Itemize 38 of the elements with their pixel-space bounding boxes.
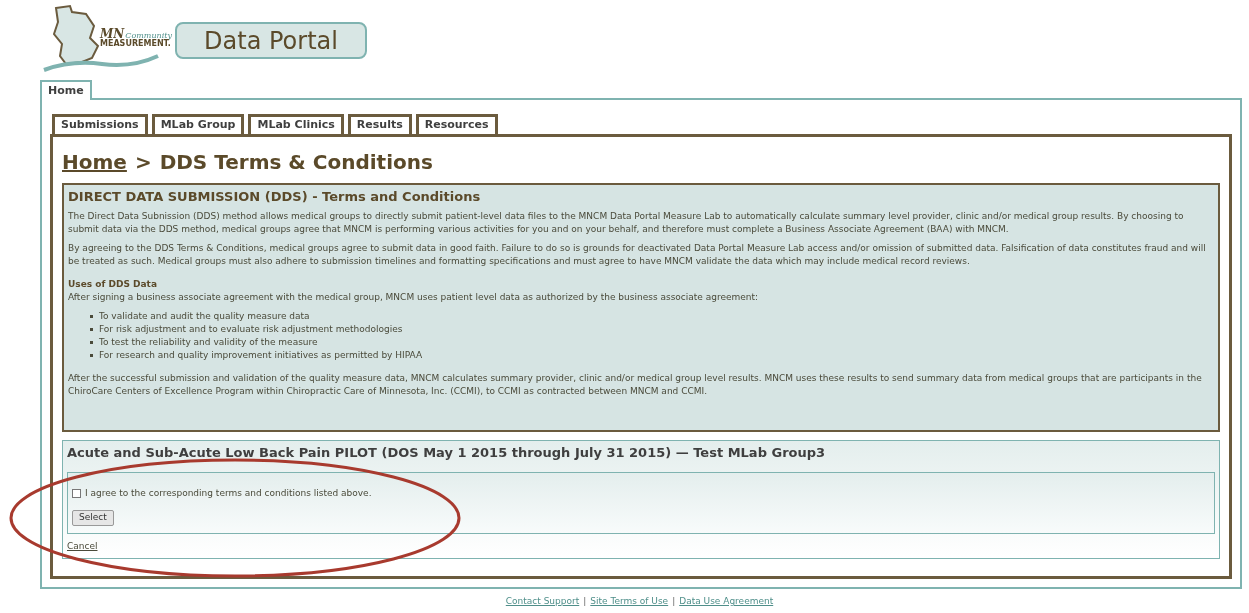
list-item: To validate and audit the quality measure data [99,310,310,323]
tab[interactable]: Results [347,114,412,134]
list-item: To test the reliability and validity of the measure [99,336,318,349]
select-button[interactable]: Select [72,509,114,526]
checkbox-label: I agree to the corresponding terms and conditions listed above. [85,487,372,500]
bullet-icon [90,354,93,357]
tab[interactable]: MLab Group [151,114,245,134]
list-item: For risk adjustment and to evaluate risk adjustment methodologies [99,323,403,336]
link-separator: | [672,595,676,608]
checkbox[interactable] [72,489,81,499]
paragraph: By agreeing to the DDS Terms & Conditions, medical groups agree to submit data in good faith. Failure to do so is grounds for deactivated Data Portal Measure Lab access and/or omission of submitted data. Falsification of data constitutes fraud and will be treated as such. Medical groups must also adhere to submission timelines and formatting specifications and must agree to have MNCM validate the data which may include medical record reviews. [68,242,1207,268]
panel-title: DIRECT DATA SUBMISSION (DDS) - Terms and Conditions [68,188,482,206]
tab[interactable]: Resources [415,114,498,134]
breadcrumb-separator: > [134,152,152,172]
bullet-icon [90,315,93,318]
paragraph: After the successful submission and validation of the quality measure data, MNCM calculates summary provider, clinic and/or medical group level results. MNCM uses these results to send summary data from medical groups that are participants in the ChiroCare Centers of Excellence Program within Chiropractic Care of Minnesota, Inc. (CCMI), to CCMI as contracted between MNCM and CCMI. [68,372,1203,398]
portal-title: Data Portal [175,22,367,59]
section-heading: Uses of DDS Data [68,278,158,291]
paragraph: After signing a business associate agreement with the medical group, MNCM uses patient level data as authorized by the business associate agreement: [68,291,760,304]
cancel-link[interactable]: Cancel [67,540,1215,554]
footer-link[interactable]: Contact Support [505,595,580,609]
link-separator: | [583,595,587,608]
logo-text: MEASUREMENT. [100,40,171,48]
tab[interactable]: Home [40,80,92,100]
logo-text: MN [100,28,125,40]
tab[interactable]: Submissions [52,114,148,134]
paragraph: The Direct Data Subnission (DDS) method allows medical groups to directly submit patient-level data files to the MNCM Data Portal Measure Lab to automatically calculate summary level provider, clinic and/or medical group results. By choosing to submit data via the DDS method, medical groups agree that MNCM is performing various activities for you and on your behalf, and therefore must complete a Business Associate Agreement (BAA) with MNCM. [68,210,1185,236]
panel-title: Acute and Sub-Acute Low Back Pain PILOT (DOS May 1 2015 through July 31 2015) — Test MLab Group3 [67,444,827,462]
list-item: For research and quality improvement initiatives as permitted by HIPAA [99,349,423,362]
footer-link[interactable]: Data Use Agreement [679,595,774,609]
footer-link[interactable]: Site Terms of Use [590,595,669,609]
logo[interactable]: MNCommunity MEASUREMENT. [42,4,172,76]
bullet-icon [90,328,93,331]
breadcrumb-link[interactable]: Home [62,152,127,172]
bullet-icon [90,341,93,344]
tab[interactable]: MLab Clinics [248,114,344,134]
logo-text: Community [125,32,172,40]
page-heading: DDS Terms & Conditions [159,152,433,172]
